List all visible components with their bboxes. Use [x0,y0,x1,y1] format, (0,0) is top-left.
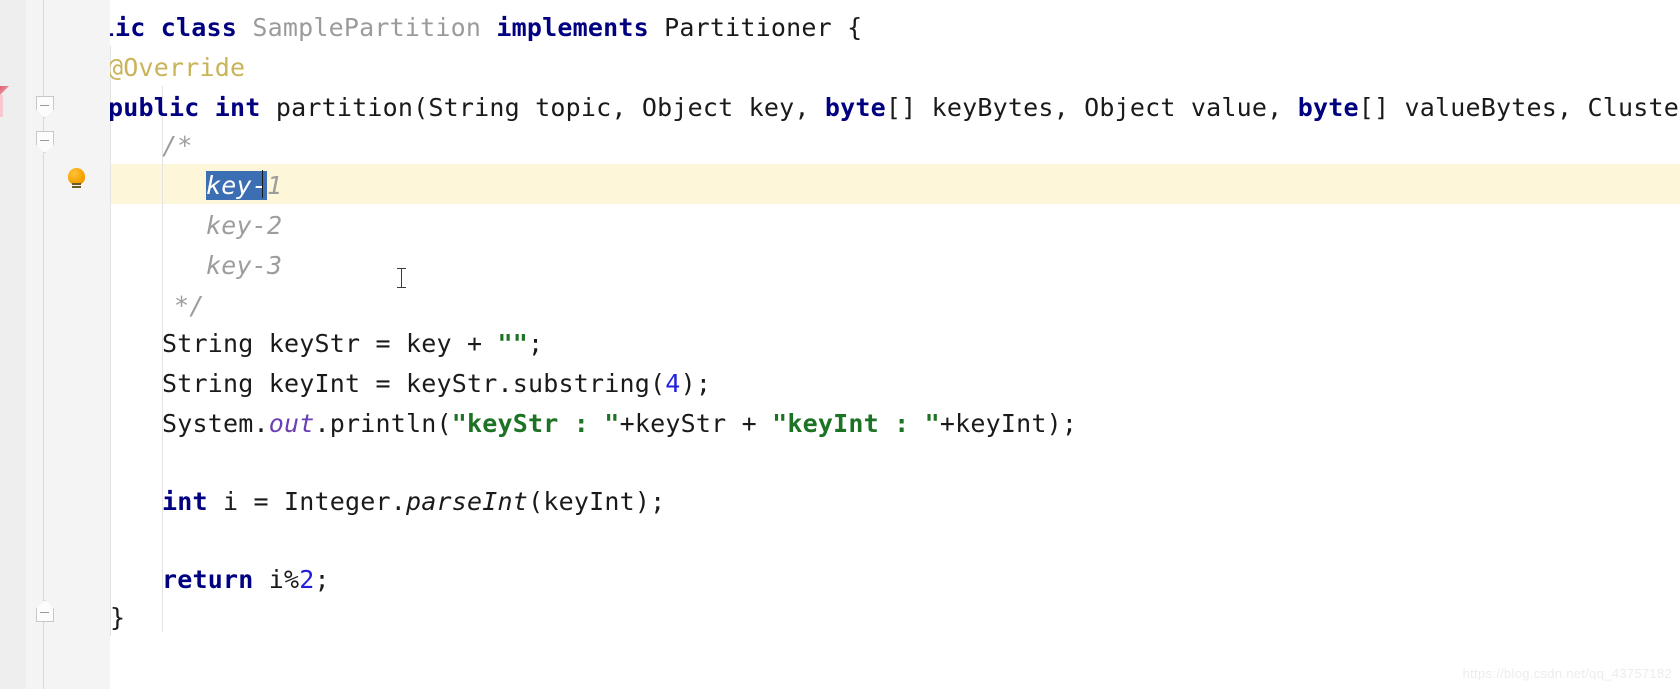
comment-key-1-rest: 1 [267,171,283,200]
comment-open: /* [162,131,193,160]
semicolon: ; [528,329,544,358]
keystr-decl-prefix: String keyStr = key + [162,329,498,358]
semicolon: ; [314,565,330,594]
code-line-return[interactable]: return i%2; [162,560,330,600]
keyword-public: public [110,93,200,122]
code-line-close-brace[interactable]: } [110,598,125,638]
params-part-3: [] valueBytes, Cluster cluste [1358,93,1680,122]
return-expression: i% [253,565,300,594]
method-name: partition( [275,93,429,122]
keyint-decl-suffix: ); [680,369,712,398]
fold-gutter[interactable] [26,0,110,689]
code-line-comment-key-3[interactable]: key-3 [206,246,282,286]
current-line-highlight [110,164,1680,204]
text-caret [262,170,263,198]
lightbulb-icon[interactable] [66,168,88,192]
system-prefix: System. [162,409,269,438]
number-literal-2: 2 [299,565,315,594]
number-literal-4: 4 [665,369,681,398]
fold-dash [40,105,49,106]
ibeam-bottom-serif [397,287,406,288]
code-line-comment-close[interactable]: */ [174,286,205,326]
error-stripe-tail [0,95,3,117]
lightbulb-base [72,186,81,188]
string-literal-empty: "" [497,329,529,358]
string-literal-keystr: "keyStr : " [451,409,620,438]
code-text-area[interactable]: public class SamplePartition implements … [110,0,1680,689]
concat-keyint: +keyInt); [939,409,1078,438]
error-stripe-marker-icon[interactable] [0,86,9,95]
comment-key-2: key-2 [206,211,283,240]
keyint-decl-prefix: String keyInt = keyStr.substring( [162,369,666,398]
ibeam-top-serif [397,268,406,269]
keyword-return: return [162,565,254,594]
keyword-class: class [160,13,238,42]
mouse-ibeam-cursor [396,266,408,290]
fold-dash [40,612,49,613]
class-name: SamplePartition [252,13,482,42]
params-part-2: [] keyBytes, Object value, [885,93,1298,122]
annotation-override: @Override [110,53,246,82]
code-line-comment-key-1[interactable]: key-1 [206,166,282,206]
keyword-implements: implements [496,13,649,42]
comment-key-3: key-3 [206,251,283,280]
code-line-println[interactable]: System.out.println("keyStr : "+keyStr + … [162,404,1077,444]
watermark: https://blog.csdn.net/qq_43757182 [1462,666,1672,681]
fold-collapse-marker-icon[interactable] [36,131,54,153]
keyword-int: int [214,93,261,122]
comment-close: */ [174,291,205,320]
code-line-keystr-declaration[interactable]: String keyStr = key + ""; [162,324,543,364]
fold-collapse-marker-icon[interactable] [36,96,54,118]
code-line-parseint[interactable]: int i = Integer.parseInt(keyInt); [162,482,665,522]
indent-guide [110,46,111,636]
code-line-annotation[interactable]: @Override [110,48,245,88]
code-line-comment-open[interactable]: /* [162,126,193,166]
parseint-suffix: (keyInt); [528,487,666,516]
keyword-byte: byte [824,93,886,122]
close-brace: } [110,603,126,632]
open-brace: { [847,13,863,42]
fold-dash [40,140,49,141]
ibeam-stem [401,268,402,288]
marker-gutter[interactable] [0,0,26,689]
selected-text[interactable]: key- [206,171,268,200]
code-line-keyint-declaration[interactable]: String keyInt = keyStr.substring(4); [162,364,711,404]
println-call: .println( [314,409,452,438]
string-literal-keyint: "keyInt : " [772,409,940,438]
params-part-1: String topic, Object key, [428,93,825,122]
lightbulb-neck [72,183,81,185]
static-method-parseint: parseInt [406,487,529,516]
keyword-byte: byte [1297,93,1359,122]
static-field-out: out [268,409,315,438]
code-line-class-declaration[interactable]: public class SamplePartition implements … [110,8,862,48]
concat-keystr: +keyStr + [619,409,773,438]
code-line-method-signature[interactable]: public int partition(String topic, Objec… [110,88,1680,128]
parseint-middle: i = Integer. [207,487,407,516]
keyword-public: public [110,13,146,42]
fold-expand-marker-icon[interactable] [36,600,54,622]
interface-name: Partitioner [664,13,832,42]
code-editor[interactable]: public class SamplePartition implements … [0,0,1680,689]
code-line-comment-key-2[interactable]: key-2 [206,206,282,246]
keyword-int: int [162,487,208,516]
